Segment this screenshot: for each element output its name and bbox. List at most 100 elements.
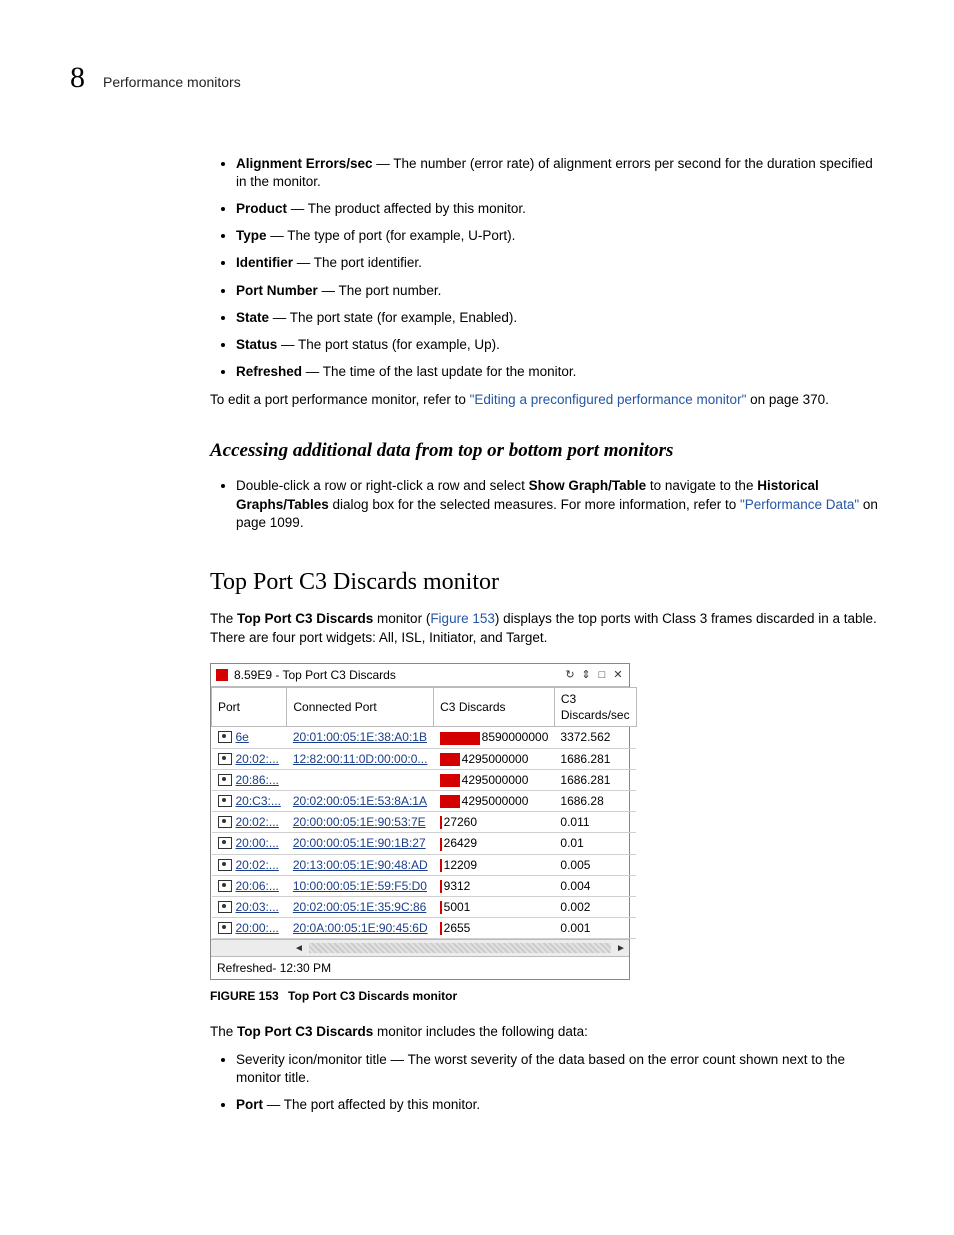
definition: — The port state (for example, Enabled).	[269, 310, 517, 325]
discards-sec-cell: 1686.28	[554, 790, 636, 811]
list-item: Double-click a row or right-click a row …	[236, 477, 884, 532]
port-link[interactable]: 20:86:...	[236, 772, 279, 788]
port-link[interactable]: 20:00:...	[236, 835, 279, 851]
connected-port-link[interactable]: 12:82:00:11:0D:00:00:0...	[293, 752, 428, 766]
discards-cell: 2655	[434, 918, 555, 939]
discards-bar	[440, 922, 442, 935]
table-row[interactable]: 6e20:01:00:05:1E:38:A0:1B85900000003372.…	[212, 727, 637, 748]
port-link[interactable]: 20:02:...	[236, 814, 279, 830]
table-row[interactable]: 20:00:...20:0A:00:05:1E:90:45:6D26550.00…	[212, 918, 637, 939]
list-item: Severity icon/monitor title — The worst …	[236, 1051, 884, 1087]
port-link[interactable]: 20:06:...	[236, 878, 279, 894]
sub-heading: Accessing additional data from top or bo…	[210, 438, 884, 464]
discards-sec-cell: 3372.562	[554, 727, 636, 748]
close-icon[interactable]: ✕	[612, 669, 624, 681]
section-title: Top Port C3 Discards monitor	[210, 566, 884, 598]
definition: — The port identifier.	[293, 255, 422, 270]
connected-port-cell: 20:0A:00:05:1E:90:45:6D	[287, 918, 434, 939]
table-row[interactable]: 20:02:...12:82:00:11:0D:00:00:0...429500…	[212, 748, 637, 769]
list-item: Product — The product affected by this m…	[236, 200, 884, 218]
port-link[interactable]: 6e	[236, 729, 249, 745]
connected-port-link[interactable]: 20:02:00:05:1E:53:8A:1A	[293, 794, 427, 808]
collapse-icon[interactable]: ⇕	[580, 669, 592, 681]
list-item: Identifier — The port identifier.	[236, 254, 884, 272]
list-item: State — The port state (for example, Ena…	[236, 309, 884, 327]
port-icon	[218, 922, 232, 934]
connected-port-cell: 20:02:00:05:1E:53:8A:1A	[287, 790, 434, 811]
port-icon	[218, 816, 232, 828]
refresh-icon[interactable]: ↻	[564, 669, 576, 681]
scroll-track[interactable]	[309, 943, 611, 953]
table-row[interactable]: 20:02:... 20:13:00:05:1E:90:48:AD 122090.0…	[212, 854, 637, 875]
definition: — The product affected by this monitor.	[287, 201, 526, 216]
refreshed-status: Refreshed- 12:30 PM	[211, 956, 629, 979]
discards-value: 4295000000	[462, 773, 529, 787]
list-item: Port Number — The port number.	[236, 282, 884, 300]
list-item: Status — The port status (for example, U…	[236, 336, 884, 354]
discards-value: 2655	[444, 921, 471, 935]
col-connected-port[interactable]: Connected Port	[287, 688, 434, 727]
port-link[interactable]: 20:02:...	[236, 751, 279, 767]
content-area: Alignment Errors/sec — The number (error…	[210, 155, 884, 1115]
definition-list: Alignment Errors/sec — The number (error…	[210, 155, 884, 382]
widget-title: 8.59E9 - Top Port C3 Discards	[234, 667, 564, 683]
col-c3-discards[interactable]: C3 Discards	[434, 688, 555, 727]
discards-cell: 12209	[434, 854, 555, 875]
connected-port-link[interactable]: 20:13:00:05:1E:90:48:AD	[293, 858, 428, 872]
table-row[interactable]: 20:00:...20:00:00:05:1E:90:1B:27264290.0…	[212, 833, 637, 854]
term: Port Number	[236, 283, 318, 298]
connected-port-link[interactable]: 20:01:00:05:1E:38:A0:1B	[293, 730, 427, 744]
table-row[interactable]: 20:C3:...20:02:00:05:1E:53:8A:1A42950000…	[212, 790, 637, 811]
col-c3-discards-sec[interactable]: C3 Discards/sec	[554, 688, 636, 727]
port-cell: 20:00:...	[212, 833, 287, 854]
table-row[interactable]: 20:02:... 20:00:00:05:1E:90:53:7E 272600.0…	[212, 812, 637, 833]
discards-sec-cell: 0.002	[554, 896, 636, 917]
list-item: Alignment Errors/sec — The number (error…	[236, 155, 884, 191]
connected-port-link[interactable]: 10:00:00:05:1E:59:F5:D0	[293, 879, 427, 893]
port-cell: 20:C3:...	[212, 790, 287, 811]
port-icon	[218, 859, 232, 871]
scroll-left-icon[interactable]: ◄	[291, 940, 307, 956]
page-section-title: Performance monitors	[103, 73, 241, 92]
term: State	[236, 310, 269, 325]
discards-cell: 27260	[434, 812, 555, 833]
maximize-icon[interactable]: □	[596, 669, 608, 681]
port-link[interactable]: 20:02:...	[236, 857, 279, 873]
includes-paragraph: The Top Port C3 Discards monitor include…	[210, 1023, 884, 1041]
port-link[interactable]: 20:00:...	[236, 920, 279, 936]
port-link[interactable]: 20:C3:...	[236, 793, 281, 809]
discards-bar	[440, 838, 442, 851]
discards-cell: 4295000000	[434, 769, 555, 790]
discards-sec-cell: 0.005	[554, 854, 636, 875]
table-row[interactable]: 20:06:...10:00:00:05:1E:59:F5:D093120.00…	[212, 875, 637, 896]
scroll-right-icon[interactable]: ►	[613, 940, 629, 956]
performance-data-link[interactable]: "Performance Data"	[740, 497, 859, 512]
edit-monitor-link[interactable]: "Editing a preconfigured performance mon…	[470, 392, 747, 407]
port-link[interactable]: 20:03:...	[236, 899, 279, 915]
horizontal-scrollbar[interactable]: ◄ ►	[211, 939, 629, 956]
widget-titlebar: 8.59E9 - Top Port C3 Discards ↻ ⇕ □ ✕	[211, 664, 629, 687]
list-item: Type — The type of port (for example, U-…	[236, 227, 884, 245]
connected-port-link[interactable]: 20:00:00:05:1E:90:1B:27	[293, 836, 426, 850]
table-row[interactable]: 20:86:... 4295000000 1686.281	[212, 769, 637, 790]
connected-port-cell	[287, 769, 434, 790]
connected-port-cell: 20:02:00:05:1E:35:9C:86	[287, 896, 434, 917]
connected-port-link[interactable]: 20:02:00:05:1E:35:9C:86	[293, 900, 426, 914]
edit-paragraph: To edit a port performance monitor, refe…	[210, 391, 884, 409]
port-icon	[218, 837, 232, 849]
figure-caption: FIGURE 153 Top Port C3 Discards monitor	[210, 988, 884, 1004]
connected-port-cell: 20:00:00:05:1E:90:53:7E	[287, 812, 434, 833]
port-icon	[218, 880, 232, 892]
discards-bar	[440, 795, 460, 808]
discards-sec-cell: 1686.281	[554, 769, 636, 790]
connected-port-cell: 20:00:00:05:1E:90:1B:27	[287, 833, 434, 854]
col-port[interactable]: Port	[212, 688, 287, 727]
discards-sec-cell: 0.011	[554, 812, 636, 833]
discards-bar	[440, 732, 480, 745]
figure-ref-link[interactable]: Figure 153	[430, 611, 495, 626]
connected-port-link[interactable]: 20:00:00:05:1E:90:53:7E	[293, 815, 426, 829]
connected-port-link[interactable]: 20:0A:00:05:1E:90:45:6D	[293, 921, 428, 935]
discards-value: 9312	[444, 879, 471, 893]
table-row[interactable]: 20:03:...20:02:00:05:1E:35:9C:8650010.00…	[212, 896, 637, 917]
term: Product	[236, 201, 287, 216]
